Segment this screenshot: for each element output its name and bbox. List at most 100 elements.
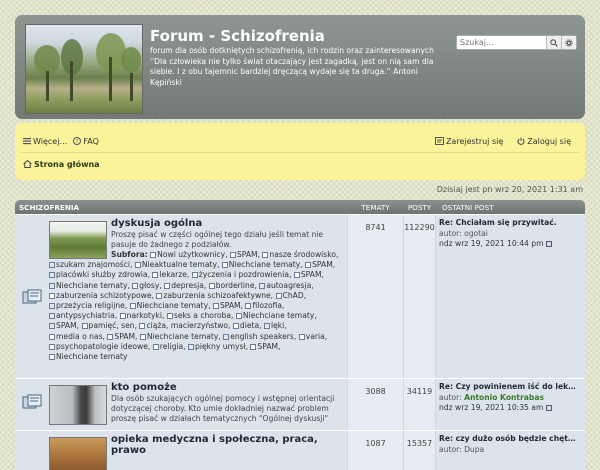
forum-title[interactable]: opieka medyczna i społeczna, praca, praw…: [111, 434, 341, 456]
subforum-link[interactable]: lekarze,: [152, 270, 189, 279]
subforum-link[interactable]: Niechciane tematy,: [221, 260, 303, 269]
subforum-link[interactable]: narkotyki,: [119, 311, 164, 320]
subforum-link[interactable]: życzenia i pozdrowienia,: [191, 270, 292, 280]
subforum-link[interactable]: Niechciane tematy,: [49, 281, 130, 290]
subforum-link[interactable]: SPAM,: [293, 270, 324, 279]
subforum-link[interactable]: nasze środowisko,: [262, 250, 338, 259]
forum-title[interactable]: dyskusja ogólna: [111, 218, 202, 229]
subforum-link[interactable]: pamięć, sen,: [81, 321, 137, 330]
subforum-link[interactable]: głosy,: [132, 281, 162, 290]
subforum-label: Niechciane tematy,: [242, 311, 317, 321]
subforum-link[interactable]: dieta,: [232, 321, 262, 330]
subforum-link[interactable]: SPAM,: [250, 342, 280, 351]
subforum-link[interactable]: SPAM,: [229, 250, 260, 259]
faq-link[interactable]: ? FAQ: [73, 137, 99, 146]
last-post-title[interactable]: Re: Czy powinienem iść do lek…: [439, 382, 584, 393]
last-post-title[interactable]: Re: czy dużo osób będzie chęt…: [439, 434, 584, 445]
subforum-icon: [49, 303, 55, 310]
subforum-link[interactable]: Nowi użytkownicy,: [150, 250, 228, 259]
subforum-link[interactable]: ChAD,: [275, 291, 306, 300]
view-last-post-icon[interactable]: [545, 405, 552, 411]
forum-thumbnail[interactable]: [49, 437, 107, 470]
subforum-link[interactable]: SPAM,: [107, 332, 137, 341]
subforum-link[interactable]: placówki służby zdrowia,: [49, 270, 150, 279]
subforum-link[interactable]: Niechciane tematy,: [235, 311, 317, 321]
subforum-link[interactable]: depresja,: [164, 281, 206, 290]
subforum-icon: [229, 252, 236, 258]
login-link[interactable]: Zaloguj się: [517, 137, 571, 146]
subforum-link[interactable]: antypsychiatria,: [49, 311, 117, 320]
last-post-author[interactable]: ogotai: [464, 229, 488, 238]
subforum-link[interactable]: piękny umysł,: [188, 342, 248, 351]
last-post-title[interactable]: Re: Chciałam się przywitać.: [439, 218, 584, 229]
subforum-link[interactable]: borderline,: [208, 281, 257, 290]
subforum-label: SPAM,: [257, 341, 281, 351]
navbar: Więcej… ? FAQ Zarejestruj się Zaloguj si…: [15, 123, 585, 180]
forum-row: dyskusja ogólna Proszę pisać w części og…: [15, 214, 585, 378]
subforum-link[interactable]: Niechciane tematy,: [139, 332, 221, 341]
site-logo[interactable]: [25, 24, 143, 114]
subforum-link[interactable]: szukam znajomości,: [49, 260, 132, 269]
forum-thumbnail[interactable]: [49, 385, 107, 425]
subforum-link[interactable]: przeżycia religijne,: [49, 301, 127, 310]
subforum-label: piękny umysł,: [195, 341, 248, 351]
last-post-author[interactable]: Dupa: [464, 445, 484, 454]
subforum-icon: [293, 272, 300, 279]
search-input[interactable]: [457, 36, 546, 49]
subforum-label: lekarze,: [159, 270, 190, 280]
subforum-icon: [134, 262, 141, 269]
subforum-link[interactable]: lęki,: [263, 321, 287, 330]
category-title[interactable]: SCHIZOFRENIA: [15, 203, 348, 212]
subforum-icon: [49, 262, 55, 269]
subforum-link[interactable]: Niechciane tematy,: [129, 301, 211, 310]
subforum-link[interactable]: english speakers,: [223, 332, 296, 341]
subforum-link[interactable]: autoagresja,: [259, 281, 314, 290]
subforum-link[interactable]: seks a choroba,: [166, 311, 233, 320]
last-post-author-label: autor:: [439, 228, 462, 238]
subforum-icon: [164, 282, 171, 289]
subforum-link[interactable]: ciąża, macierzyństwo,: [139, 321, 230, 330]
subforum-link[interactable]: SPAM,: [305, 260, 335, 269]
register-label: Zarejestruj się: [445, 136, 504, 146]
subforum-link[interactable]: zaburzenia schizoafektywne,: [156, 291, 273, 300]
forum-title[interactable]: kto pomoże: [111, 382, 177, 393]
subforum-link[interactable]: Nieaktualne tematy,: [134, 260, 220, 270]
subforum-link[interactable]: media o nas,: [49, 332, 105, 341]
login-label: Zaloguj się: [527, 136, 571, 146]
forum-row: opieka medyczna i społeczna, praca, praw…: [15, 430, 585, 470]
more-menu-label: Więcej…: [33, 136, 68, 146]
search-button[interactable]: [546, 36, 561, 49]
subforum-icon: [150, 252, 157, 258]
navbar-divider: [21, 152, 579, 153]
subforum-link[interactable]: SPAM,: [49, 321, 79, 330]
subforum-icon: [191, 272, 198, 279]
subforum-icon: [49, 292, 55, 299]
subforum-link[interactable]: SPAM,: [212, 301, 243, 310]
search-box: [456, 35, 577, 50]
forum-description: Dla osób szukających ogólnej pomocy i ws…: [111, 394, 335, 424]
more-menu[interactable]: Więcej…: [23, 137, 67, 146]
subforum-label: życzenia i pozdrowienia,: [198, 270, 292, 280]
subforum-link[interactable]: zaburzenia schizotypowe,: [49, 291, 154, 300]
subforum-label: nasze środowisko,: [269, 250, 339, 259]
subforum-icon: [49, 343, 55, 350]
breadcrumb-home[interactable]: Strona główna: [23, 160, 100, 169]
subforum-link[interactable]: religia,: [152, 342, 186, 351]
subforum-link[interactable]: psychopatologie ideowe,: [49, 342, 150, 351]
subforum-label: depresja,: [171, 280, 207, 290]
subforum-label: Nieaktualne tematy,: [141, 260, 220, 270]
view-last-post-icon[interactable]: [545, 241, 552, 247]
last-post-author[interactable]: Antonio Kontrabas: [464, 393, 544, 402]
subforum-link[interactable]: Niechciane tematy: [49, 352, 127, 361]
last-post-info: Re: czy dużo osób będzie chęt… autor: Du…: [439, 434, 584, 455]
subforum-icon: [298, 333, 305, 340]
register-link[interactable]: Zarejestruj się: [434, 136, 504, 146]
last-post-date: ndz wrz 19, 2021 10:35 am: [439, 403, 544, 412]
site-title[interactable]: Forum - Schizofrenia: [150, 27, 325, 45]
subforum-link[interactable]: filozofia,: [245, 301, 284, 310]
topics-header: TEMATY: [361, 202, 390, 212]
subforum-icon: [245, 303, 252, 310]
advanced-search-button[interactable]: [561, 36, 576, 49]
subforum-link[interactable]: varia,: [298, 332, 327, 341]
subforum-label: media o nas,: [56, 331, 105, 341]
